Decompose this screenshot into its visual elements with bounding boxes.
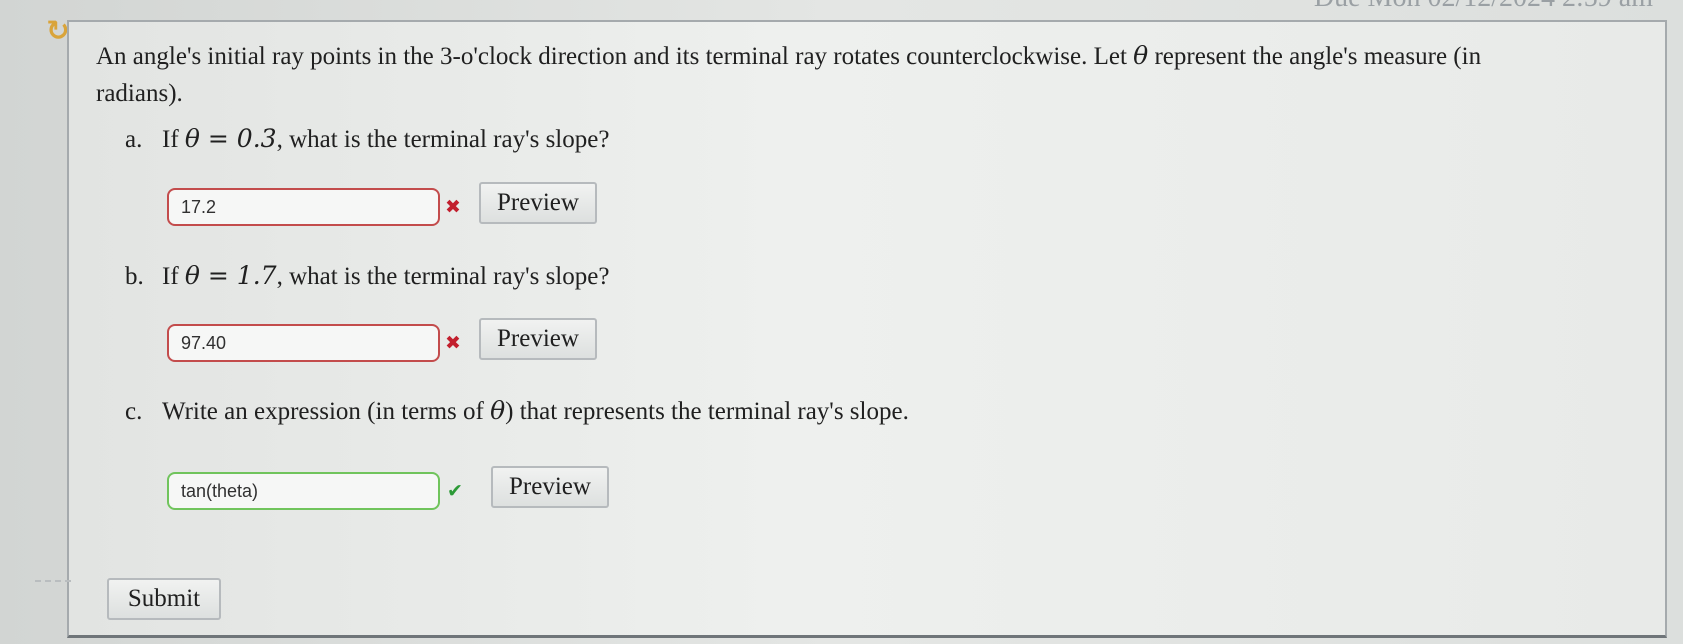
part-a-preview-button[interactable]: Preview <box>479 182 597 224</box>
part-a-text-before-math: If <box>162 126 185 153</box>
part-c-question: c. Write an expression (in terms of θ) th… <box>125 395 909 428</box>
part-a-math: θ = 0.3 <box>184 124 277 153</box>
question-box: An angle's initial ray points in the 3-o… <box>67 20 1667 638</box>
part-a-text-after-math: , what is the terminal ray's slope? <box>276 126 610 153</box>
theta-symbol: θ <box>1133 41 1149 70</box>
part-b-preview-button[interactable]: Preview <box>479 318 597 360</box>
part-a-letter: a. <box>125 126 143 153</box>
part-c-text-before-math: Write an expression (in terms of <box>162 398 491 425</box>
part-b-question: b. If θ = 1.7, what is the terminal ray's… <box>125 260 609 293</box>
intro-text-line-2: radians). <box>96 80 183 107</box>
part-c-answer-input[interactable]: tan(theta) <box>167 472 440 510</box>
part-b-answer-input[interactable]: 97.40 <box>167 324 440 362</box>
part-b-math: θ = 1.7 <box>184 261 277 290</box>
part-c-letter: c. <box>125 398 143 425</box>
part-b-letter: b. <box>125 263 144 290</box>
part-a-answer-input[interactable]: 17.2 <box>167 188 440 226</box>
part-c-preview-button[interactable]: Preview <box>491 466 609 508</box>
question-intro: An angle's initial ray points in the 3-o… <box>96 37 1656 112</box>
intro-text-before-theta: An angle's initial ray points in the 3-o… <box>96 43 1134 70</box>
part-c-math: θ <box>490 396 506 425</box>
intro-text-after-theta: represent the angle's measure (in <box>1148 43 1482 70</box>
submit-button[interactable]: Submit <box>107 578 221 620</box>
left-margin-line <box>35 580 71 582</box>
due-date-header: Due Mon 02/12/2024 2:59 am <box>1314 0 1653 14</box>
part-c-text-after-math: ) that represents the terminal ray's slo… <box>505 398 909 425</box>
part-b-text-after-math: , what is the terminal ray's slope? <box>276 263 610 290</box>
part-a-question: a. If θ = 0.3, what is the terminal ray's… <box>125 123 609 156</box>
part-b-text-before-math: If <box>162 263 185 290</box>
screen: Due Mon 02/12/2024 2:59 am ↻ An angle's … <box>0 0 1683 644</box>
part-b-wrong-icon: ✖ <box>445 332 461 354</box>
part-c-correct-icon: ✔ <box>447 480 463 502</box>
part-a-wrong-icon: ✖ <box>445 196 461 218</box>
